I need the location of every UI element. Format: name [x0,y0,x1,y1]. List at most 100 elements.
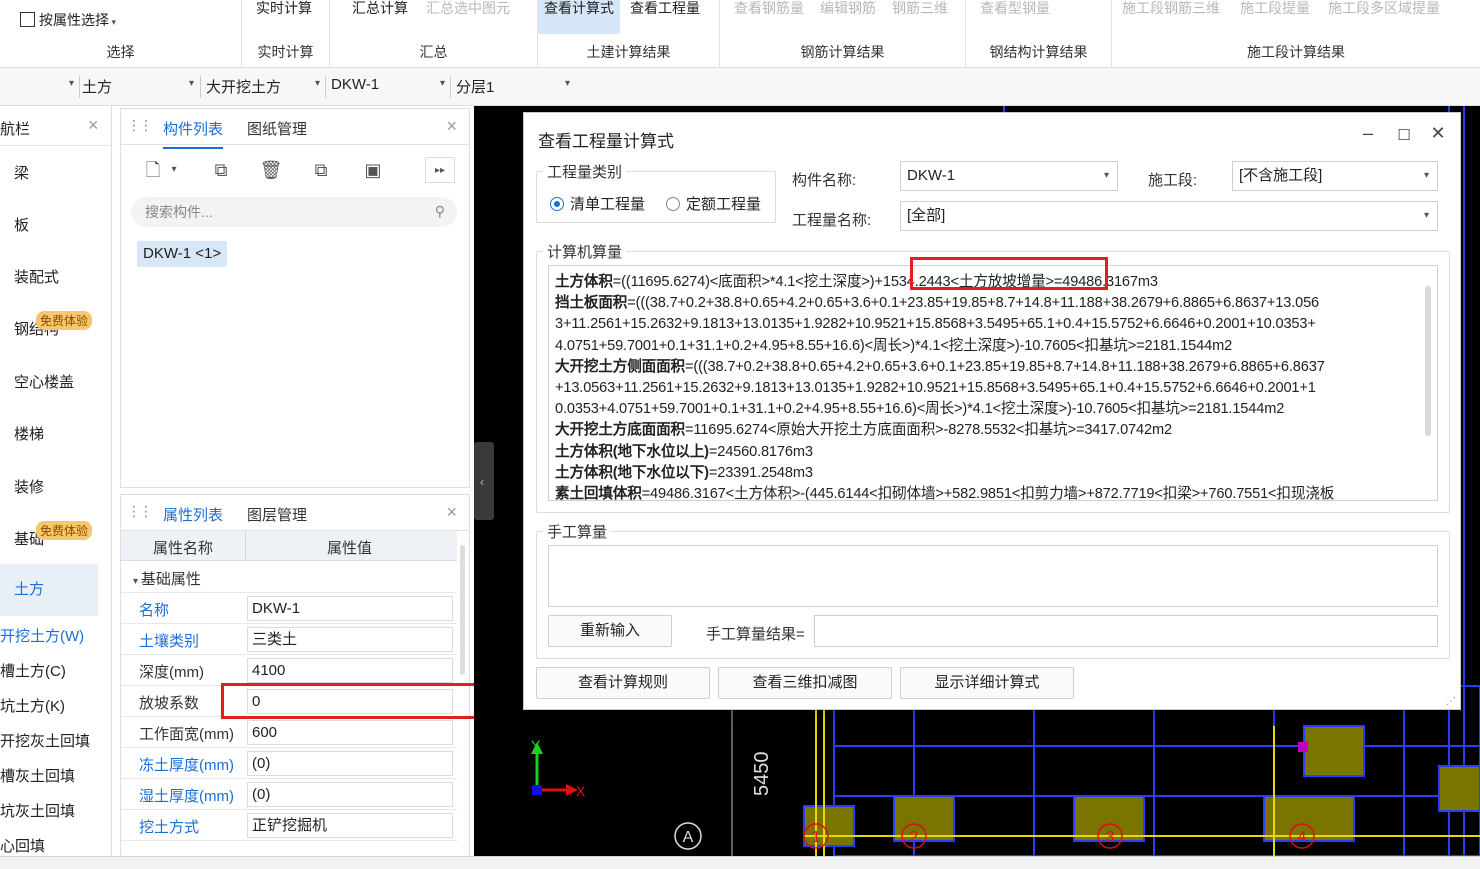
rebar-3d-button[interactable]: 钢筋三维 [892,0,948,18]
view-quantity-button[interactable]: 查看工程量 [630,0,700,18]
component-select[interactable]: DKW-1 ▾ [331,76,445,98]
nav-item-earthwork[interactable]: 土方 [0,564,98,616]
chevron-left-icon[interactable]: ‹ [480,475,484,489]
tab-layer-management[interactable]: 图层管理 [247,504,307,525]
nav-item-prefab[interactable]: 装配式 [14,266,59,287]
nav-item-beam[interactable]: 梁 [14,162,29,183]
component-name-select[interactable]: DKW-1 ▾ [900,161,1118,191]
search-icon[interactable]: ⚲ [435,203,445,220]
view-calc-rules-button[interactable]: 查看计算规则 [536,667,710,699]
type-select[interactable]: 大开挖土方 ▾ [206,76,320,98]
edit-rebar-button[interactable]: 编辑钢筋 [820,0,876,18]
manual-calc-input[interactable] [548,545,1438,607]
chevron-down-icon: ▾ [188,78,194,89]
radio-quota-quantity[interactable]: 定额工程量 [666,193,761,214]
property-value[interactable]: 三类土 [247,627,453,652]
duplicate-icon[interactable]: ⧉ [307,157,335,183]
minimize-icon[interactable]: – [1356,123,1380,144]
nav-item-hollow-floor[interactable]: 空心楼盖 [14,371,74,392]
grip-point [1298,742,1308,752]
nav-sub-excavation[interactable]: 开挖土方(W) [0,625,84,646]
close-icon[interactable]: × [446,502,457,523]
property-panel: ⋮⋮ 属性列表 图层管理 × 属性名称 属性值 ▾ 基础属性 名称 DKW-1 土… [120,494,470,869]
calc-formula-box[interactable]: 土方体积=((11695.6274)<底面积>*4.1<挖土深度>)+1534.… [548,265,1438,501]
nav-header: 航栏 × [0,106,112,146]
more-icon[interactable]: ▸▸ [425,157,455,183]
manual-result-field[interactable] [814,615,1438,647]
summary-calc-button[interactable]: 汇总计算 [352,0,408,18]
view-3d-deduction-button[interactable]: 查看三维扣减图 [718,667,892,699]
view-formula-button[interactable]: 查看计算式 [538,0,620,34]
layer-select[interactable]: 分层1 ▾ [456,76,570,98]
drag-handle-icon[interactable]: ⋮⋮ [127,117,153,134]
property-value[interactable]: DKW-1 [247,596,453,621]
scrollbar[interactable] [460,545,465,675]
quantity-name-select[interactable]: [全部] ▾ [900,201,1438,231]
property-value[interactable]: 正铲挖掘机 [247,813,453,838]
tab-drawing-management[interactable]: 图纸管理 [247,118,307,139]
free-trial-badge: 免费体验 [36,521,93,540]
show-detailed-formula-button[interactable]: 显示详细计算式 [900,667,1074,699]
ribbon-group-label: 汇总 [419,44,448,60]
property-value[interactable]: 600 [247,720,453,745]
view-rebar-button[interactable]: 查看钢筋量 [734,0,804,18]
chevron-down-icon[interactable]: ▾ [167,157,181,183]
chevron-down-icon: ▾ [1423,210,1429,221]
nav-sub-trench-backfill[interactable]: 槽灰土回填 [0,765,75,786]
splitter-handle[interactable] [474,442,494,520]
property-value[interactable]: 4100 [247,658,453,683]
nav-sub-pit-backfill[interactable]: 坑灰土回填 [0,800,75,821]
select-by-attribute-button[interactable]: 按属性选择 ▾ [20,10,116,30]
tab-property-list[interactable]: 属性列表 [163,504,224,535]
realtime-calc-button[interactable]: 实时计算 [256,0,312,18]
section-extract-button[interactable]: 施工段提量 [1240,0,1310,18]
scrollbar[interactable] [1425,286,1431,436]
reenter-button[interactable]: 重新输入 [548,615,672,647]
ribbon-group-label: 土建计算结果 [586,44,671,60]
tab-component-list[interactable]: 构件列表 [163,118,224,149]
chevron-down-icon: ▾ [1423,170,1429,181]
new-component-icon[interactable]: 🗋 [139,157,167,183]
property-value[interactable]: (0) [247,751,453,776]
calc-expression: =24560.8176m3 [708,443,813,460]
divider [325,76,326,98]
property-row: 工作面宽(mm) 600 [121,717,457,748]
ribbon-group-summary: 汇总计算 汇总选中图元 汇总 [330,0,538,68]
nav-item-decoration[interactable]: 装修 [14,476,44,497]
highlight-box [221,683,497,719]
search-input[interactable] [145,201,425,223]
nav-sub-excavation-backfill[interactable]: 开挖灰土回填 [0,730,90,751]
collapse-icon[interactable]: ▾ [133,576,141,587]
ribbon-group-rebar-results: 查看钢筋量 编辑钢筋 钢筋三维 钢筋计算结果 [720,0,966,68]
calc-expression: =11695.6274<原始大开挖土方底面面积>-8278.5532<扣基坑>=… [685,422,1172,439]
delete-icon[interactable]: 🗑 [257,157,285,183]
divider [200,76,201,98]
drag-handle-icon[interactable]: ⋮⋮ [127,503,153,520]
property-group-row[interactable]: ▾ 基础属性 [121,562,457,593]
group-legend: 手工算量 [547,524,608,541]
floor-copy-icon[interactable]: ▣ [359,157,387,183]
close-icon[interactable]: ✕ [1426,123,1450,144]
nav-sub-core-backfill[interactable]: 心回填 [0,835,45,856]
floor-select[interactable]: ▾ [0,76,74,98]
nav-sub-trench[interactable]: 槽土方(C) [0,660,66,681]
quantity-name-label: 工程量名称: [792,212,872,229]
highlight-box [910,257,1108,290]
section-rebar-3d-button[interactable]: 施工段钢筋三维 [1122,0,1220,18]
section-multi-extract-button[interactable]: 施工段多区域提量 [1328,0,1440,18]
close-icon[interactable]: × [88,115,99,136]
summary-selected-button[interactable]: 汇总选中图元 [426,0,510,18]
nav-sub-pit[interactable]: 坑土方(K) [0,695,65,716]
close-icon[interactable]: × [446,116,457,137]
resize-grip-icon[interactable]: ⋰ [1446,696,1456,707]
section-select[interactable]: [不含施工段] ▾ [1232,161,1438,191]
property-value[interactable]: (0) [247,782,453,807]
nav-item-stairs[interactable]: 楼梯 [14,423,44,444]
maximize-icon[interactable]: ☐ [1392,126,1416,144]
radio-bill-quantity[interactable]: 清单工程量 [550,193,645,214]
view-steel-button[interactable]: 查看型钢量 [980,0,1050,18]
nav-item-slab[interactable]: 板 [14,214,29,235]
category-select[interactable]: 土方 ▾ [82,76,194,98]
copy-icon[interactable]: ⧉ [207,157,235,183]
component-list-item[interactable]: DKW-1 <1> [137,241,228,267]
